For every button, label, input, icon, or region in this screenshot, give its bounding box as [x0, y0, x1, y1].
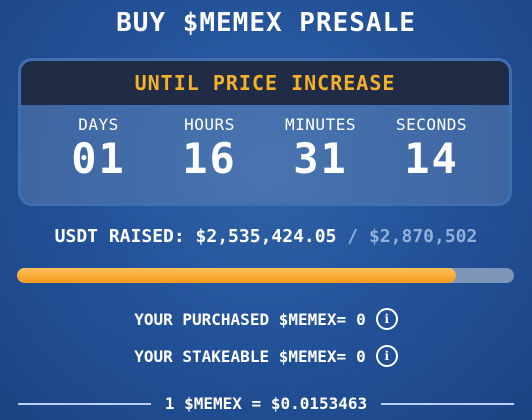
countdown-seconds: SECONDS 14	[382, 105, 482, 182]
countdown-card: UNTIL PRICE INCREASE DAYS 01 HOURS 16 MI…	[18, 58, 512, 206]
days-label: DAYS	[78, 115, 119, 134]
raised-amount: $2,535,424.05	[195, 226, 337, 247]
price-divider-left	[18, 402, 151, 405]
usdt-raised: USDT RAISED: $2,535,424.05 / $2,870,502	[0, 226, 532, 247]
purchased-row: YOUR PURCHASED $MEMEX= 0 i	[0, 308, 532, 330]
raised-label: USDT RAISED:	[54, 226, 185, 247]
page-title: BUY $MEMEX PRESALE	[116, 8, 416, 38]
minutes-value: 31	[293, 134, 348, 183]
minutes-label: MINUTES	[285, 115, 356, 134]
countdown-header: UNTIL PRICE INCREASE	[21, 61, 509, 105]
hours-label: HOURS	[184, 115, 235, 134]
price-divider-right	[381, 402, 515, 405]
stakeable-label: YOUR STAKEABLE $MEMEX=	[134, 346, 347, 366]
purchased-value: 0	[356, 309, 366, 329]
presale-progress-fill	[17, 268, 456, 283]
stakeable-value: 0	[356, 346, 366, 366]
days-value: 01	[71, 134, 126, 183]
countdown-minutes: MINUTES 31	[271, 105, 371, 182]
seconds-value: 14	[404, 134, 459, 183]
countdown-days: DAYS 01	[49, 105, 149, 182]
stakeable-row: YOUR STAKEABLE $MEMEX= 0 i	[0, 345, 532, 367]
stakeable-info-icon[interactable]: i	[375, 345, 398, 367]
purchased-label: YOUR PURCHASED $MEMEX=	[134, 309, 347, 329]
purchased-info-icon[interactable]: i	[375, 308, 398, 330]
presale-progress-bar	[17, 268, 514, 283]
raised-separator: /	[347, 226, 359, 247]
token-price: 1 $MEMEX = $0.0153463	[164, 394, 368, 413]
hours-value: 16	[182, 134, 237, 183]
raised-target: $2,870,502	[368, 226, 478, 247]
seconds-label: SECONDS	[396, 115, 467, 134]
token-price-row: 1 $MEMEX = $0.0153463	[0, 394, 532, 413]
countdown-units: DAYS 01 HOURS 16 MINUTES 31 SECONDS 14	[21, 105, 509, 182]
countdown-hours: HOURS 16	[160, 105, 260, 182]
